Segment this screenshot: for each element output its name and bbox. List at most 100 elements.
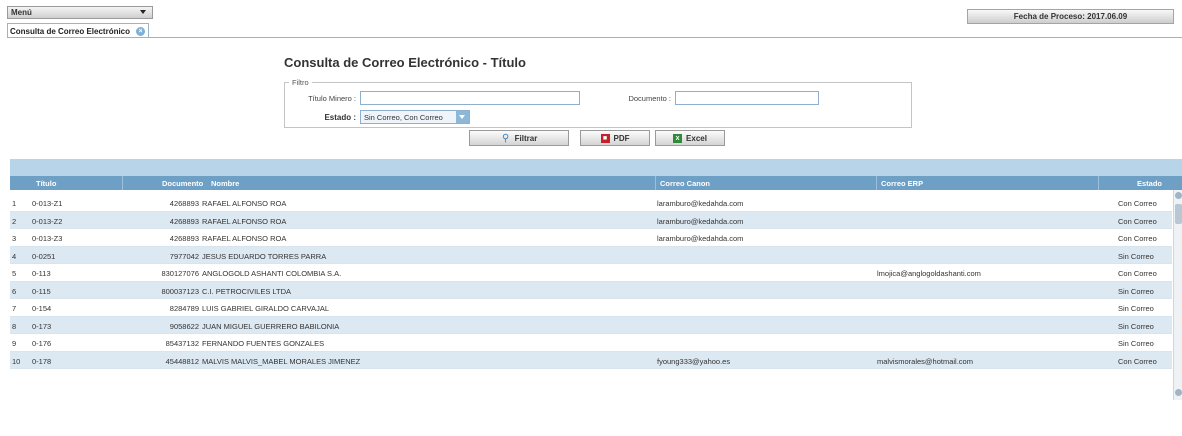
- chevron-down-icon[interactable]: [456, 111, 469, 123]
- row-number: 9: [12, 339, 17, 348]
- cell-estado: Con Correo: [1118, 216, 1157, 226]
- col-separator: [876, 176, 877, 190]
- col-nombre[interactable]: Nombre: [211, 179, 239, 188]
- cell-documento: 7977042: [169, 251, 199, 261]
- cell-nombre: RAFAEL ALFONSO ROA: [202, 216, 287, 226]
- cell-correo-erp: malvismorales@hotmail.com: [877, 356, 973, 366]
- cell-titulo: 0-173: [32, 321, 52, 331]
- pdf-button[interactable]: ■ PDF: [580, 130, 650, 146]
- table-row[interactable]: 6 0-115 800037123 C.I. PETROCIVILES LTDA Sin…: [10, 281, 1172, 299]
- row-number: 3: [12, 234, 17, 243]
- menu-label: Menú: [11, 8, 32, 17]
- documento-label: Documento :: [628, 94, 671, 103]
- table-row[interactable]: 5 0-113 830127076 ANGLOGOLD ASHANTI COLOMBI…: [10, 264, 1172, 282]
- cell-documento: 4268893: [169, 234, 199, 243]
- cell-documento: 9058622: [169, 321, 199, 331]
- cell-documento: 830127076: [161, 269, 199, 278]
- row-number: 8: [12, 321, 17, 331]
- cell-titulo: 0-154: [32, 304, 52, 313]
- col-separator: [1098, 176, 1099, 190]
- estado-value: Sin Correo, Con Correo: [364, 113, 443, 122]
- table-row[interactable]: 8 0-173 9058622 JUAN MIGUEL GUERRERO BABILO…: [10, 316, 1172, 334]
- col-titulo[interactable]: Título: [36, 179, 56, 188]
- col-separator: [122, 176, 123, 190]
- cell-titulo: 0-178: [32, 356, 52, 366]
- menu-select[interactable]: Menú: [7, 6, 153, 19]
- table-row[interactable]: 10 0-178 45448812 MALVIS MALVIS_MABEL MORAL…: [10, 351, 1172, 369]
- page-title: Consulta de Correo Electrónico - Título: [284, 55, 526, 70]
- row-number: 5: [12, 269, 17, 278]
- chevron-down-icon: [140, 10, 146, 14]
- cell-titulo: 0-013-Z2: [32, 216, 63, 226]
- table-row[interactable]: 4 0-0251 7977042 JESUS EDUARDO TORRES PARRA…: [10, 246, 1172, 264]
- grid-header: Título Documento Nombre Correo Canon Cor…: [10, 176, 1182, 190]
- tab-consulta-correo[interactable]: Consulta de Correo Electrónico ×: [7, 23, 149, 38]
- cell-estado: Sin Correo: [1118, 321, 1154, 331]
- cell-nombre: C.I. PETROCIVILES LTDA: [202, 286, 292, 296]
- scroll-down-icon[interactable]: [1175, 389, 1182, 396]
- col-documento[interactable]: Documento: [162, 179, 203, 188]
- cell-correo-canon: laramburo@kedahda.com: [657, 216, 744, 226]
- excel-icon: x: [673, 133, 683, 143]
- cell-estado: Sin Correo: [1118, 304, 1154, 313]
- tab-label: Consulta de Correo Electrónico: [10, 27, 131, 36]
- cell-estado: Sin Correo: [1118, 286, 1154, 296]
- cell-nombre: ANGLOGOLD ASHANTI COLOMBIA S.A.: [202, 269, 342, 278]
- filter-button[interactable]: ⚲ Filtrar: [469, 130, 569, 146]
- grid-toolbar: [10, 159, 1182, 176]
- cell-nombre: JUAN MIGUEL GUERRERO BABILONIA: [202, 321, 340, 331]
- row-number: 10: [12, 356, 21, 366]
- documento-input[interactable]: [675, 91, 819, 105]
- col-separator: [655, 176, 656, 190]
- cell-nombre: JESUS EDUARDO TORRES PARRA: [202, 251, 327, 261]
- excel-button-label: Excel: [686, 133, 707, 143]
- cell-titulo: 0-013-Z3: [32, 234, 63, 243]
- cell-correo-canon: fyoung333@yahoo.es: [657, 356, 731, 366]
- row-number: 6: [12, 286, 17, 296]
- table-row[interactable]: 3 0-013-Z3 4268893 RAFAEL ALFONSO ROA laramb…: [10, 229, 1172, 247]
- filter-button-label: Filtrar: [514, 133, 538, 143]
- cell-documento: 800037123: [161, 286, 199, 296]
- grid-body: 1 0-013-Z1 4268893 RAFAEL ALFONSO ROA laramb…: [10, 194, 1172, 369]
- cell-documento: 85437132: [165, 339, 199, 348]
- filter-fieldset: Filtro Título Minero : Documento : Estad…: [284, 78, 912, 128]
- cell-titulo: 0-176: [32, 339, 52, 348]
- row-number: 4: [12, 251, 17, 261]
- cell-titulo: 0-115: [32, 286, 51, 296]
- row-number: 7: [12, 304, 17, 313]
- titulo-minero-input[interactable]: [360, 91, 580, 105]
- estado-select[interactable]: Sin Correo, Con Correo: [360, 110, 470, 124]
- cell-documento: 45448812: [165, 356, 199, 366]
- cell-documento: 4268893: [169, 199, 199, 208]
- excel-button[interactable]: x Excel: [655, 130, 725, 146]
- cell-nombre: FERNANDO FUENTES GONZALES: [202, 339, 325, 348]
- cell-nombre: RAFAEL ALFONSO ROA: [202, 234, 287, 243]
- cell-correo-canon: laramburo@kedahda.com: [657, 199, 744, 208]
- col-estado[interactable]: Estado: [1137, 179, 1162, 188]
- grid-scrollbar[interactable]: [1173, 190, 1182, 400]
- row-number: 1: [12, 199, 17, 208]
- cell-titulo: 0-013-Z1: [32, 199, 63, 208]
- table-row[interactable]: 2 0-013-Z2 4268893 RAFAEL ALFONSO ROA laramb…: [10, 211, 1172, 229]
- table-row[interactable]: 7 0-154 8284789 LUIS GABRIEL GIRALDO CARVAJ…: [10, 299, 1172, 317]
- titulo-minero-label: Título Minero :: [308, 94, 356, 103]
- col-correo-canon[interactable]: Correo Canon: [660, 179, 710, 188]
- scroll-thumb[interactable]: [1175, 204, 1182, 224]
- close-icon[interactable]: ×: [136, 27, 145, 36]
- cell-documento: 4268893: [169, 216, 199, 226]
- scroll-up-icon[interactable]: [1175, 192, 1182, 199]
- cell-correo-canon: laramburo@kedahda.com: [657, 234, 744, 243]
- cell-estado: Con Correo: [1118, 199, 1157, 208]
- tab-divider: [7, 37, 1182, 38]
- cell-titulo: 0-113: [32, 269, 51, 278]
- col-correo-erp[interactable]: Correo ERP: [881, 179, 923, 188]
- cell-estado: Con Correo: [1118, 356, 1157, 366]
- row-number: 2: [12, 216, 17, 226]
- table-row[interactable]: 9 0-176 85437132 FERNANDO FUENTES GONZALES S…: [10, 334, 1172, 352]
- search-icon: ⚲: [501, 132, 510, 144]
- cell-estado: Sin Correo: [1118, 251, 1154, 261]
- filter-legend: Filtro: [289, 78, 312, 87]
- cell-documento: 8284789: [169, 304, 199, 313]
- table-row[interactable]: 1 0-013-Z1 4268893 RAFAEL ALFONSO ROA laramb…: [10, 194, 1172, 212]
- process-date: Fecha de Proceso: 2017.06.09: [967, 9, 1174, 24]
